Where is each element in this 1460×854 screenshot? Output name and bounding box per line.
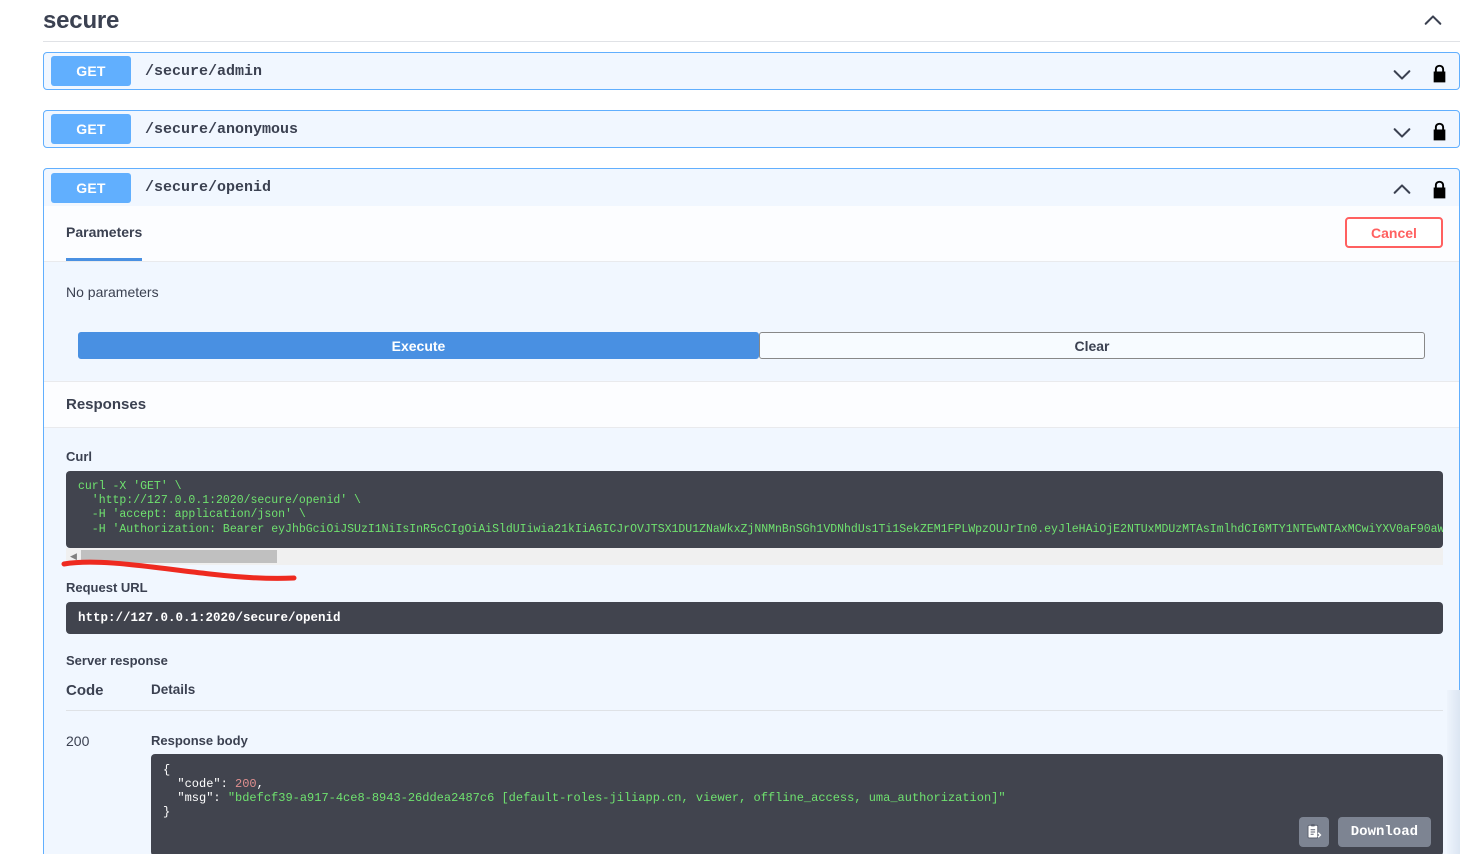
operation-path: /secure/openid bbox=[145, 179, 272, 196]
tag-header-secure[interactable]: secure bbox=[43, 0, 1460, 42]
curl-line-2: 'http://127.0.0.1:2020/secure/openid' \ bbox=[78, 494, 361, 508]
json-value-msg: "bdefcf39-a917-4ce8-8943-26ddea2487c6 [d… bbox=[227, 791, 1006, 805]
operation-tabs: Parameters Cancel bbox=[44, 206, 1459, 262]
clipboard-copy-icon[interactable] bbox=[1298, 817, 1329, 847]
table-row: 200 Response body { "code": 200, "msg": … bbox=[66, 711, 1443, 854]
tag-divider bbox=[43, 41, 1460, 42]
no-parameters-text: No parameters bbox=[66, 284, 159, 300]
scroll-left-arrow-icon[interactable]: ◀ bbox=[66, 548, 81, 565]
http-method-badge: GET bbox=[51, 172, 131, 203]
clipboard-copy-icon[interactable] bbox=[1410, 520, 1432, 542]
curl-line-4-prefix: -H 'Authorization: Bearer bbox=[78, 522, 272, 536]
response-body-block[interactable]: { "code": 200, "msg": "bdefcf39-a917-4ce… bbox=[151, 754, 1443, 854]
curl-bearer-token: eyJhbGciOiJSUzI1NiIsInR5cCIgOiAiSldUIiwi… bbox=[271, 522, 1443, 536]
tag-title: secure bbox=[43, 7, 120, 34]
responses-heading: Responses bbox=[44, 381, 1459, 428]
json-value-code: 200 bbox=[235, 777, 257, 791]
json-key-code: "code" bbox=[177, 777, 221, 791]
curl-horizontal-scrollbar[interactable]: ◀ bbox=[66, 548, 1443, 565]
chevron-up-icon[interactable] bbox=[1389, 177, 1415, 203]
table-header-row: Code Details bbox=[66, 682, 1443, 711]
execute-clear-row: Execute Clear bbox=[78, 332, 1425, 381]
operation-get-secure-anonymous[interactable]: GET /secure/anonymous bbox=[43, 110, 1460, 148]
execute-button[interactable]: Execute bbox=[78, 332, 759, 359]
column-header-code: Code bbox=[66, 682, 104, 699]
operation-body: Parameters Cancel No parameters Execute … bbox=[44, 206, 1459, 854]
operation-path: /secure/anonymous bbox=[145, 120, 299, 138]
chevron-up-icon[interactable] bbox=[1420, 8, 1446, 34]
json-open-brace: { bbox=[163, 763, 171, 777]
response-body-actions: Download bbox=[1298, 817, 1431, 847]
request-url-label: Request URL bbox=[66, 580, 148, 595]
server-response-label: Server response bbox=[66, 653, 168, 668]
download-button[interactable]: Download bbox=[1337, 817, 1431, 847]
horizontal-scrollbar-thumb[interactable] bbox=[81, 550, 277, 563]
responses-content: Curl curl -X 'GET' \ 'http://127.0.0.1:2… bbox=[44, 428, 1459, 854]
curl-command-block[interactable]: curl -X 'GET' \ 'http://127.0.0.1:2020/s… bbox=[66, 471, 1443, 548]
response-details: Response body { "code": 200, "msg": "bde… bbox=[151, 733, 1443, 854]
response-code: 200 bbox=[66, 733, 90, 749]
cancel-button[interactable]: Cancel bbox=[1345, 217, 1443, 248]
operation-get-secure-openid[interactable]: GET /secure/openid Parameters Cancel No … bbox=[43, 168, 1460, 854]
json-key-msg: "msg" bbox=[177, 791, 214, 805]
operation-get-secure-admin[interactable]: GET /secure/admin bbox=[43, 52, 1460, 90]
server-response-table: Code Details 200 Response body { "code":… bbox=[66, 682, 1443, 854]
column-header-details: Details bbox=[151, 682, 196, 697]
tab-parameters[interactable]: Parameters bbox=[66, 206, 143, 261]
http-method-badge: GET bbox=[51, 56, 131, 86]
swagger-ui-page: secure GET /secure/admin GET /secure/ano… bbox=[0, 0, 1460, 854]
lock-icon[interactable] bbox=[1427, 120, 1451, 144]
chevron-down-icon[interactable] bbox=[1389, 119, 1415, 145]
response-body-label: Response body bbox=[151, 733, 248, 748]
curl-line-1: curl -X 'GET' \ bbox=[78, 480, 182, 493]
lock-icon[interactable] bbox=[1427, 62, 1451, 86]
chevron-down-icon[interactable] bbox=[1389, 61, 1415, 87]
operation-path: /secure/admin bbox=[145, 62, 263, 80]
request-url-value: http://127.0.0.1:2020/secure/openid bbox=[66, 602, 1443, 634]
curl-line-3: -H 'accept: application/json' \ bbox=[78, 508, 306, 522]
page-right-scroll-strip bbox=[1447, 690, 1460, 854]
http-method-badge: GET bbox=[51, 114, 131, 144]
lock-icon[interactable] bbox=[1427, 178, 1451, 202]
json-close-brace: } bbox=[163, 805, 171, 819]
curl-label: Curl bbox=[66, 449, 92, 464]
clear-button[interactable]: Clear bbox=[759, 332, 1425, 359]
